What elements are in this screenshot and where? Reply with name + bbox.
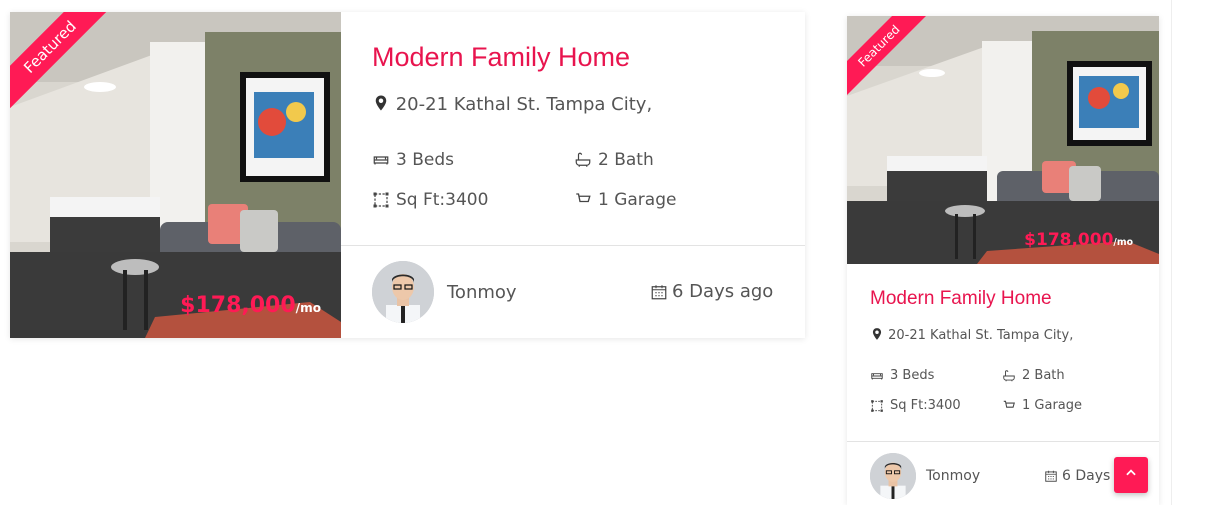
address-text: 20-21 Kathal St. Tampa City, — [395, 94, 653, 115]
listing-title[interactable]: Modern Family Home — [372, 42, 630, 73]
agent-name[interactable]: Tonmoy — [447, 282, 517, 303]
feature-area: Sq Ft:3400 — [372, 190, 488, 210]
beds-label: 3 Beds — [396, 150, 454, 170]
garage-icon — [1002, 399, 1016, 413]
listing-address: 20-21 Kathal St. Tampa City, — [372, 94, 652, 115]
listing-address: 20-21 Kathal St. Tampa City, — [870, 327, 1073, 343]
card-divider — [847, 441, 1159, 442]
bed-icon — [373, 156, 389, 165]
price-amount: $178,000 — [180, 293, 296, 318]
posted-date: 6 Days a — [1044, 468, 1123, 484]
map-marker-icon — [872, 328, 882, 340]
agent-photo — [372, 261, 434, 323]
bed-icon — [871, 372, 883, 379]
area-icon — [871, 399, 883, 412]
feature-beds: 3 Beds — [372, 150, 454, 170]
posted-label: 6 Days ago — [672, 281, 774, 302]
bedroom-photo — [10, 12, 341, 338]
calendar-icon — [651, 284, 667, 299]
garage-label: 1 Garage — [598, 190, 677, 210]
avatar[interactable] — [870, 453, 916, 499]
page-edge-divider — [1171, 0, 1172, 505]
map-marker-icon — [375, 95, 387, 111]
avatar[interactable] — [372, 261, 434, 323]
posted-date: 6 Days ago — [650, 281, 773, 302]
price-unit: /mo — [295, 301, 321, 315]
bath-label: 2 Bath — [1022, 368, 1065, 383]
address-text: 20-21 Kathal St. Tampa City, — [888, 328, 1074, 343]
agent-photo — [870, 453, 916, 499]
area-icon — [373, 192, 389, 208]
listing-price: $178,000/mo — [1024, 230, 1133, 250]
beds-label: 3 Beds — [890, 368, 935, 383]
bedroom-photo — [847, 16, 1159, 264]
listing-card-vertical[interactable]: Featured $178,000/mo Modern Family Home … — [847, 16, 1159, 505]
agent-name[interactable]: Tonmoy — [926, 468, 980, 484]
chevron-up-icon — [1126, 469, 1136, 476]
feature-garage: 1 Garage — [574, 190, 676, 210]
scroll-to-top-button[interactable] — [1114, 457, 1148, 493]
card-divider — [341, 245, 805, 246]
listing-title[interactable]: Modern Family Home — [870, 288, 1052, 310]
feature-garage: 1 Garage — [1002, 398, 1082, 413]
bath-label: 2 Bath — [598, 150, 654, 170]
listing-price: $178,000/mo — [180, 293, 321, 318]
listing-photo[interactable]: Featured $178,000/mo — [10, 12, 341, 338]
garage-label: 1 Garage — [1022, 398, 1083, 413]
area-label: Sq Ft:3400 — [396, 190, 489, 210]
bathtub-icon — [1003, 369, 1015, 381]
feature-area: Sq Ft:3400 — [870, 398, 961, 413]
listing-card-horizontal[interactable]: Featured $178,000/mo Modern Family Home … — [10, 12, 805, 338]
feature-bath: 2 Bath — [1002, 368, 1065, 383]
feature-bath: 2 Bath — [574, 150, 654, 170]
feature-beds: 3 Beds — [870, 368, 934, 383]
price-amount: $178,000 — [1024, 230, 1114, 250]
garage-icon — [574, 191, 592, 209]
price-unit: /mo — [1113, 237, 1133, 248]
area-label: Sq Ft:3400 — [890, 398, 961, 413]
listing-photo[interactable]: Featured $178,000/mo — [847, 16, 1159, 264]
bathtub-icon — [575, 152, 591, 167]
calendar-icon — [1045, 470, 1057, 482]
